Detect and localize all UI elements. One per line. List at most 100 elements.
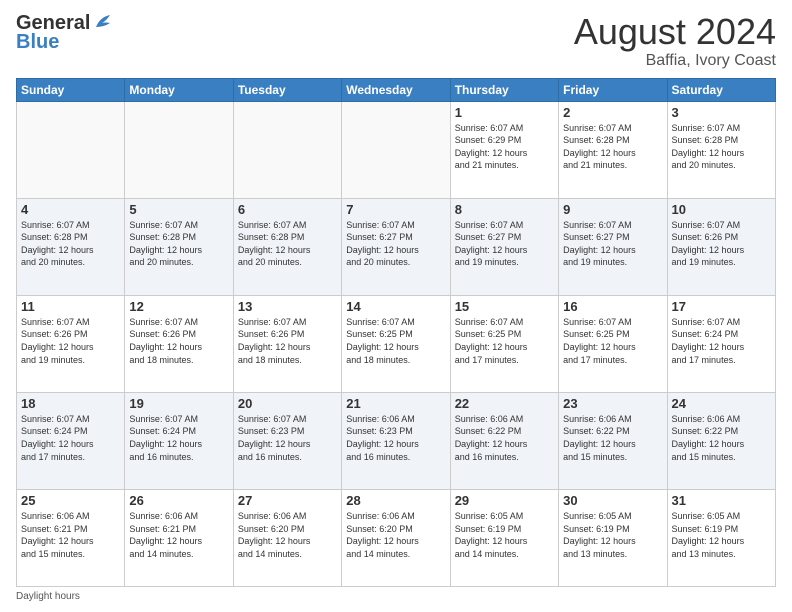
day-detail: Sunrise: 6:07 AM Sunset: 6:28 PM Dayligh… bbox=[238, 219, 337, 269]
day-detail: Sunrise: 6:07 AM Sunset: 6:28 PM Dayligh… bbox=[563, 122, 662, 172]
day-detail: Sunrise: 6:07 AM Sunset: 6:26 PM Dayligh… bbox=[238, 316, 337, 366]
day-number: 3 bbox=[672, 105, 771, 120]
calendar-cell: 24 Sunrise: 6:06 AM Sunset: 6:22 PM Dayli… bbox=[667, 392, 775, 489]
calendar-cell bbox=[125, 101, 233, 198]
day-detail: Sunrise: 6:07 AM Sunset: 6:28 PM Dayligh… bbox=[21, 219, 120, 269]
calendar-cell: 21Sunrise: 6:06 AM Sunset: 6:23 PM Dayli… bbox=[342, 392, 450, 489]
calendar-cell: 14Sunrise: 6:07 AM Sunset: 6:25 PM Dayli… bbox=[342, 295, 450, 392]
day-detail: Sunrise: 6:07 AM Sunset: 6:28 PM Dayligh… bbox=[129, 219, 228, 269]
calendar-cell: 27 Sunrise: 6:06 AM Sunset: 6:20 PM Dayli… bbox=[233, 489, 341, 586]
calendar-cell: 25 Sunrise: 6:06 AM Sunset: 6:21 PM Dayli… bbox=[17, 489, 125, 586]
day-number: 13 bbox=[238, 299, 337, 314]
calendar-cell: 6 Sunrise: 6:07 AM Sunset: 6:28 PM Daylig… bbox=[233, 198, 341, 295]
calendar-cell: 19 Sunrise: 6:07 AM Sunset: 6:24 PM Dayli… bbox=[125, 392, 233, 489]
day-number: 12 bbox=[129, 299, 228, 314]
calendar-week-row: 18 Sunrise: 6:07 AM Sunset: 6:24 PM Dayli… bbox=[17, 392, 776, 489]
day-number: 15 bbox=[455, 299, 554, 314]
calendar-cell bbox=[342, 101, 450, 198]
calendar-cell: 3 Sunrise: 6:07 AM Sunset: 6:28 PM Daylig… bbox=[667, 101, 775, 198]
calendar-cell: 13 Sunrise: 6:07 AM Sunset: 6:26 PM Dayli… bbox=[233, 295, 341, 392]
header: General Blue August 2024 Baffia, Ivory C… bbox=[16, 12, 776, 70]
day-number: 21 bbox=[346, 396, 445, 411]
day-detail: Sunrise: 6:06 AM Sunset: 6:22 PM Dayligh… bbox=[672, 413, 771, 463]
day-detail: Sunrise: 6:06 AM Sunset: 6:22 PM Dayligh… bbox=[455, 413, 554, 463]
calendar-cell: 31 Sunrise: 6:05 AM Sunset: 6:19 PM Dayli… bbox=[667, 489, 775, 586]
day-detail: Sunrise: 6:07 AM Sunset: 6:27 PM Dayligh… bbox=[455, 219, 554, 269]
day-number: 31 bbox=[672, 493, 771, 508]
day-detail: Sunrise: 6:07 AM Sunset: 6:25 PM Dayligh… bbox=[346, 316, 445, 366]
calendar-cell: 16 Sunrise: 6:07 AM Sunset: 6:25 PM Dayli… bbox=[559, 295, 667, 392]
calendar-table: SundayMondayTuesdayWednesdayThursdayFrid… bbox=[16, 78, 776, 587]
day-number: 4 bbox=[21, 202, 120, 217]
calendar-cell: 2Sunrise: 6:07 AM Sunset: 6:28 PM Daylig… bbox=[559, 101, 667, 198]
calendar-cell: 30Sunrise: 6:05 AM Sunset: 6:19 PM Dayli… bbox=[559, 489, 667, 586]
day-detail: Sunrise: 6:07 AM Sunset: 6:24 PM Dayligh… bbox=[21, 413, 120, 463]
day-number: 29 bbox=[455, 493, 554, 508]
day-number: 11 bbox=[21, 299, 120, 314]
day-detail: Sunrise: 6:07 AM Sunset: 6:27 PM Dayligh… bbox=[346, 219, 445, 269]
day-number: 5 bbox=[129, 202, 228, 217]
footer-note: Daylight hours bbox=[16, 591, 776, 602]
calendar-header-tuesday: Tuesday bbox=[233, 78, 341, 101]
day-number: 27 bbox=[238, 493, 337, 508]
day-detail: Sunrise: 6:07 AM Sunset: 6:26 PM Dayligh… bbox=[672, 219, 771, 269]
page: General Blue August 2024 Baffia, Ivory C… bbox=[0, 0, 792, 612]
logo-blue: Blue bbox=[16, 31, 59, 54]
calendar-week-row: 4 Sunrise: 6:07 AM Sunset: 6:28 PM Daylig… bbox=[17, 198, 776, 295]
day-number: 30 bbox=[563, 493, 662, 508]
calendar-cell: 28 Sunrise: 6:06 AM Sunset: 6:20 PM Dayli… bbox=[342, 489, 450, 586]
calendar-cell bbox=[17, 101, 125, 198]
day-detail: Sunrise: 6:07 AM Sunset: 6:29 PM Dayligh… bbox=[455, 122, 554, 172]
logo: General Blue bbox=[16, 12, 114, 54]
calendar-cell: 22 Sunrise: 6:06 AM Sunset: 6:22 PM Dayli… bbox=[450, 392, 558, 489]
calendar-cell: 29Sunrise: 6:05 AM Sunset: 6:19 PM Dayli… bbox=[450, 489, 558, 586]
day-detail: Sunrise: 6:06 AM Sunset: 6:21 PM Dayligh… bbox=[21, 510, 120, 560]
day-number: 23 bbox=[563, 396, 662, 411]
calendar-week-row: 25 Sunrise: 6:06 AM Sunset: 6:21 PM Dayli… bbox=[17, 489, 776, 586]
day-number: 20 bbox=[238, 396, 337, 411]
day-number: 19 bbox=[129, 396, 228, 411]
calendar-cell: 10Sunrise: 6:07 AM Sunset: 6:26 PM Dayli… bbox=[667, 198, 775, 295]
calendar-cell: 9Sunrise: 6:07 AM Sunset: 6:27 PM Daylig… bbox=[559, 198, 667, 295]
day-number: 18 bbox=[21, 396, 120, 411]
calendar-header-thursday: Thursday bbox=[450, 78, 558, 101]
calendar-week-row: 11 Sunrise: 6:07 AM Sunset: 6:26 PM Dayli… bbox=[17, 295, 776, 392]
calendar-header-monday: Monday bbox=[125, 78, 233, 101]
day-detail: Sunrise: 6:07 AM Sunset: 6:24 PM Dayligh… bbox=[672, 316, 771, 366]
calendar-header-wednesday: Wednesday bbox=[342, 78, 450, 101]
day-number: 6 bbox=[238, 202, 337, 217]
calendar-header-saturday: Saturday bbox=[667, 78, 775, 101]
day-number: 26 bbox=[129, 493, 228, 508]
day-detail: Sunrise: 6:06 AM Sunset: 6:20 PM Dayligh… bbox=[238, 510, 337, 560]
calendar-cell: 5 Sunrise: 6:07 AM Sunset: 6:28 PM Daylig… bbox=[125, 198, 233, 295]
day-number: 24 bbox=[672, 396, 771, 411]
calendar-cell bbox=[233, 101, 341, 198]
calendar-cell: 17Sunrise: 6:07 AM Sunset: 6:24 PM Dayli… bbox=[667, 295, 775, 392]
calendar-cell: 8Sunrise: 6:07 AM Sunset: 6:27 PM Daylig… bbox=[450, 198, 558, 295]
day-detail: Sunrise: 6:07 AM Sunset: 6:28 PM Dayligh… bbox=[672, 122, 771, 172]
day-detail: Sunrise: 6:07 AM Sunset: 6:26 PM Dayligh… bbox=[21, 316, 120, 366]
calendar-cell: 26Sunrise: 6:06 AM Sunset: 6:21 PM Dayli… bbox=[125, 489, 233, 586]
day-detail: Sunrise: 6:06 AM Sunset: 6:20 PM Dayligh… bbox=[346, 510, 445, 560]
day-number: 25 bbox=[21, 493, 120, 508]
calendar-cell: 20Sunrise: 6:07 AM Sunset: 6:23 PM Dayli… bbox=[233, 392, 341, 489]
day-number: 28 bbox=[346, 493, 445, 508]
day-detail: Sunrise: 6:07 AM Sunset: 6:25 PM Dayligh… bbox=[563, 316, 662, 366]
calendar-cell: 18 Sunrise: 6:07 AM Sunset: 6:24 PM Dayli… bbox=[17, 392, 125, 489]
day-number: 22 bbox=[455, 396, 554, 411]
day-detail: Sunrise: 6:05 AM Sunset: 6:19 PM Dayligh… bbox=[672, 510, 771, 560]
calendar-week-row: 1Sunrise: 6:07 AM Sunset: 6:29 PM Daylig… bbox=[17, 101, 776, 198]
day-number: 7 bbox=[346, 202, 445, 217]
calendar-cell: 1Sunrise: 6:07 AM Sunset: 6:29 PM Daylig… bbox=[450, 101, 558, 198]
calendar-cell: 4 Sunrise: 6:07 AM Sunset: 6:28 PM Daylig… bbox=[17, 198, 125, 295]
calendar-cell: 15Sunrise: 6:07 AM Sunset: 6:25 PM Dayli… bbox=[450, 295, 558, 392]
title-block: August 2024 Baffia, Ivory Coast bbox=[574, 12, 776, 70]
day-detail: Sunrise: 6:07 AM Sunset: 6:24 PM Dayligh… bbox=[129, 413, 228, 463]
calendar-cell: 7 Sunrise: 6:07 AM Sunset: 6:27 PM Daylig… bbox=[342, 198, 450, 295]
day-detail: Sunrise: 6:06 AM Sunset: 6:22 PM Dayligh… bbox=[563, 413, 662, 463]
calendar-header-friday: Friday bbox=[559, 78, 667, 101]
calendar-header-row: SundayMondayTuesdayWednesdayThursdayFrid… bbox=[17, 78, 776, 101]
calendar-cell: 12Sunrise: 6:07 AM Sunset: 6:26 PM Dayli… bbox=[125, 295, 233, 392]
calendar-header-sunday: Sunday bbox=[17, 78, 125, 101]
day-number: 16 bbox=[563, 299, 662, 314]
